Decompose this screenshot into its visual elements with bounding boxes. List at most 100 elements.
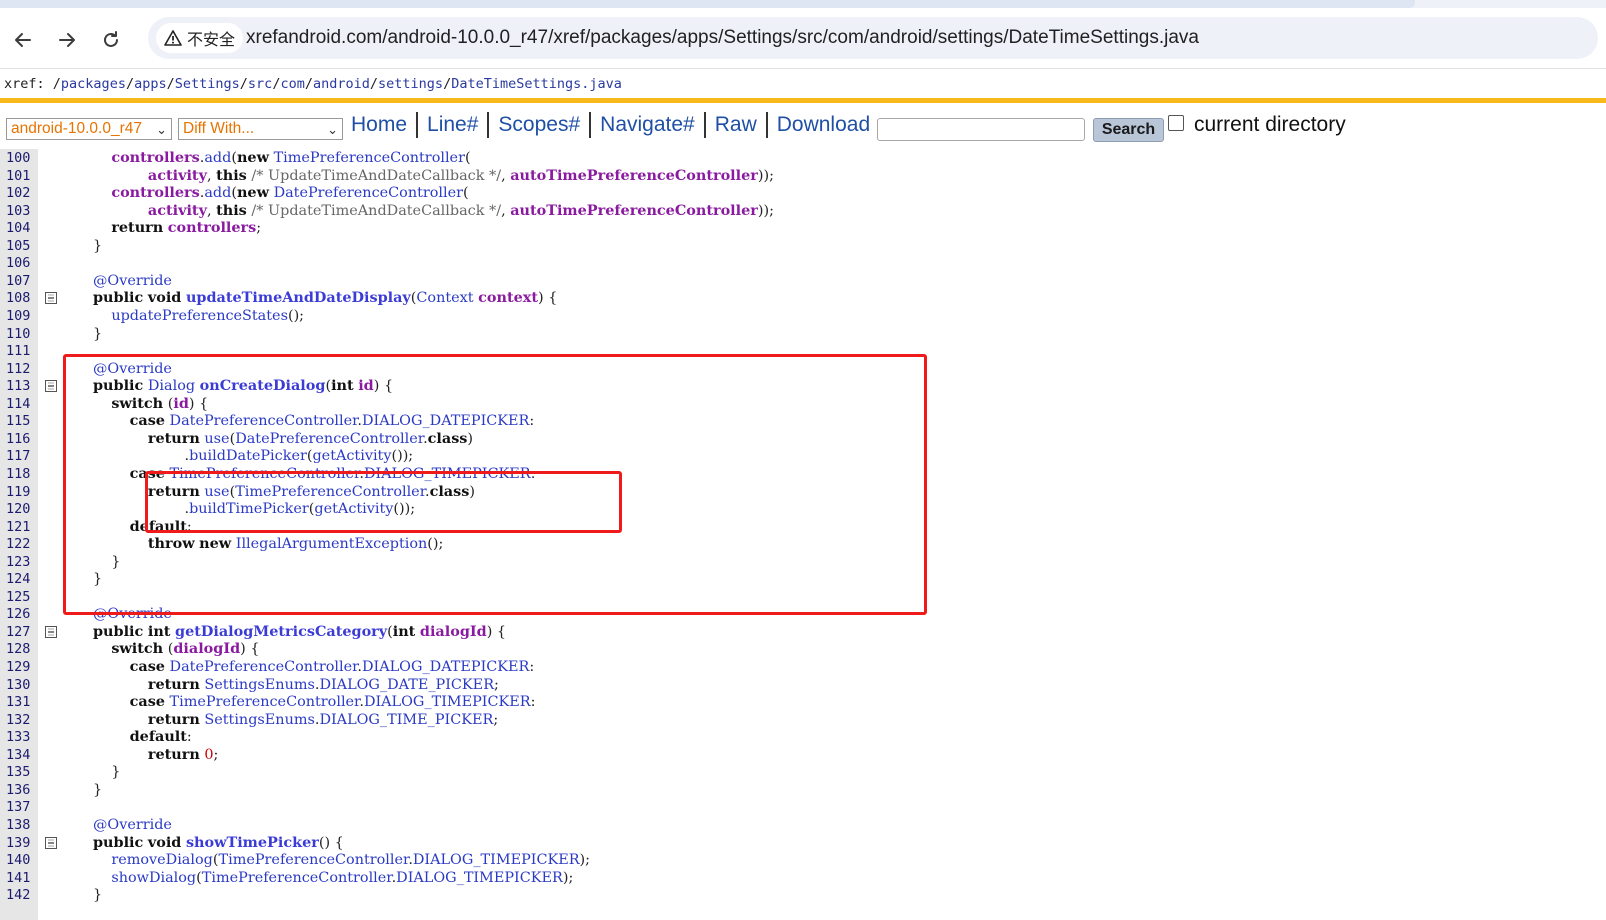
line-number[interactable]: 133 (0, 728, 38, 746)
code-text: } (93, 781, 103, 798)
current-directory-option[interactable]: current directory (1168, 113, 1346, 137)
code-text: public void updateTimeAndDateDisplay(Con… (93, 289, 558, 307)
breadcrumb-link[interactable]: com (280, 76, 304, 92)
line-number[interactable]: 124 (0, 570, 38, 588)
code-text: public void showTimePicker() { (93, 833, 344, 851)
search-input[interactable] (877, 118, 1085, 141)
menu-line-numbers[interactable]: Line# (427, 113, 478, 137)
line-number[interactable]: 141 (0, 869, 38, 887)
menu-divider (487, 112, 490, 138)
line-number[interactable]: 121 (0, 518, 38, 536)
line-number[interactable]: 120 (0, 500, 38, 518)
breadcrumb-sep: / (443, 76, 452, 92)
fold-toggle-icon[interactable] (45, 292, 57, 305)
line-number[interactable]: 107 (0, 272, 38, 290)
code-line: 103 activity, this /* UpdateTimeAndDateC… (0, 202, 1606, 220)
code-text: showDialog(TimePreferenceController.DIAL… (111, 869, 574, 886)
menu-divider (765, 112, 768, 138)
line-number[interactable]: 104 (0, 219, 38, 237)
line-number[interactable]: 127 (0, 623, 38, 641)
security-chip[interactable]: 不安全 (156, 23, 244, 53)
line-number[interactable]: 131 (0, 693, 38, 711)
menu-download[interactable]: Download (777, 113, 870, 137)
code-text: controllers.add(new DatePreferenceContro… (111, 184, 469, 202)
xref-toolbar: android-10.0.0_r47 ⌄ Diff With... ⌄ Home L… (0, 103, 1606, 149)
line-number[interactable]: 129 (0, 658, 38, 676)
line-number[interactable]: 116 (0, 430, 38, 448)
breadcrumb-link[interactable]: Settings (175, 76, 240, 92)
line-number[interactable]: 108 (0, 289, 38, 307)
code-line: 131 case TimePreferenceController.DIALOG… (0, 693, 1606, 711)
line-number[interactable]: 134 (0, 746, 38, 764)
fold-toggle-icon[interactable] (45, 625, 57, 638)
line-number[interactable]: 123 (0, 553, 38, 571)
breadcrumb-sep: / (369, 76, 379, 92)
line-number[interactable]: 115 (0, 412, 38, 430)
line-number[interactable]: 122 (0, 535, 38, 553)
line-number[interactable]: 110 (0, 325, 38, 343)
breadcrumb-link[interactable]: packages (61, 76, 126, 92)
line-number[interactable]: 111 (0, 342, 38, 360)
code-line: 107 @Override (0, 272, 1606, 290)
breadcrumb-file[interactable]: DateTimeSettings.java (451, 76, 622, 92)
fold-toggle-icon[interactable] (45, 380, 57, 393)
address-bar[interactable]: 不安全 xrefandroid.com/android-10.0.0_r47/x… (148, 17, 1598, 59)
line-number[interactable]: 140 (0, 851, 38, 869)
line-number[interactable]: 137 (0, 798, 38, 816)
current-directory-checkbox[interactable] (1168, 115, 1184, 131)
line-number[interactable]: 132 (0, 711, 38, 729)
line-number[interactable]: 135 (0, 763, 38, 781)
diff-select[interactable]: Diff With... ⌄ (178, 118, 343, 140)
menu-scopes[interactable]: Scopes# (498, 113, 580, 137)
line-number[interactable]: 106 (0, 254, 38, 272)
line-number[interactable]: 118 (0, 465, 38, 483)
breadcrumb-sep: / (125, 76, 135, 92)
line-number[interactable]: 112 (0, 360, 38, 378)
line-number[interactable]: 126 (0, 605, 38, 623)
line-number[interactable]: 136 (0, 781, 38, 799)
line-number[interactable]: 114 (0, 395, 38, 413)
line-number[interactable]: 109 (0, 307, 38, 325)
line-number[interactable]: 130 (0, 676, 38, 694)
line-number[interactable]: 138 (0, 816, 38, 834)
line-number[interactable]: 139 (0, 834, 38, 852)
code-line: 102 controllers.add(new DatePreferenceCo… (0, 184, 1606, 202)
line-number[interactable]: 117 (0, 447, 38, 465)
version-select-value: android-10.0.0_r47 (11, 120, 142, 137)
code-line: 130 return SettingsEnums.DIALOG_DATE_PIC… (0, 676, 1606, 694)
line-number[interactable]: 103 (0, 202, 38, 220)
code-line: 135 } (0, 763, 1606, 781)
code-line: 108 public void updateTimeAndDateDisplay(… (0, 289, 1606, 307)
line-number[interactable]: 128 (0, 640, 38, 658)
code-line: 109 updatePreferenceStates(); (0, 307, 1606, 325)
menu-home[interactable]: Home (351, 113, 407, 137)
code-text: @Override (93, 816, 172, 833)
line-number[interactable]: 100 (0, 149, 38, 167)
code-line: 141 showDialog(TimePreferenceController.… (0, 869, 1606, 887)
breadcrumb-link[interactable]: android (313, 76, 370, 92)
menu-navigate[interactable]: Navigate# (600, 113, 695, 137)
toolbar-menu: Home Line# Scopes# Navigate# Raw Downloa… (351, 112, 870, 138)
breadcrumb-link[interactable]: settings (378, 76, 443, 92)
forward-button[interactable] (51, 24, 83, 56)
line-number[interactable]: 125 (0, 588, 38, 606)
back-button[interactable] (7, 24, 39, 56)
line-number[interactable]: 101 (0, 167, 38, 185)
breadcrumb-prefix: xref: (4, 76, 53, 92)
fold-toggle-icon[interactable] (45, 836, 57, 849)
line-number[interactable]: 119 (0, 483, 38, 501)
url-text[interactable]: xrefandroid.com/android-10.0.0_r47/xref/… (246, 27, 1199, 49)
line-number[interactable]: 102 (0, 184, 38, 202)
line-number[interactable]: 142 (0, 886, 38, 904)
breadcrumb-link[interactable]: apps (134, 76, 167, 92)
line-number[interactable]: 105 (0, 237, 38, 255)
chevron-down-icon: ⌄ (327, 122, 338, 137)
search-button[interactable]: Search (1093, 118, 1164, 142)
breadcrumb-link[interactable]: src (248, 76, 272, 92)
line-number[interactable]: 113 (0, 377, 38, 395)
code-text: activity, this /* UpdateTimeAndDateCallb… (147, 166, 774, 184)
reload-button[interactable] (95, 24, 127, 56)
version-select[interactable]: android-10.0.0_r47 ⌄ (6, 118, 172, 140)
code-text: public int getDialogMetricsCategory(int … (93, 622, 507, 640)
menu-raw[interactable]: Raw (715, 113, 757, 137)
